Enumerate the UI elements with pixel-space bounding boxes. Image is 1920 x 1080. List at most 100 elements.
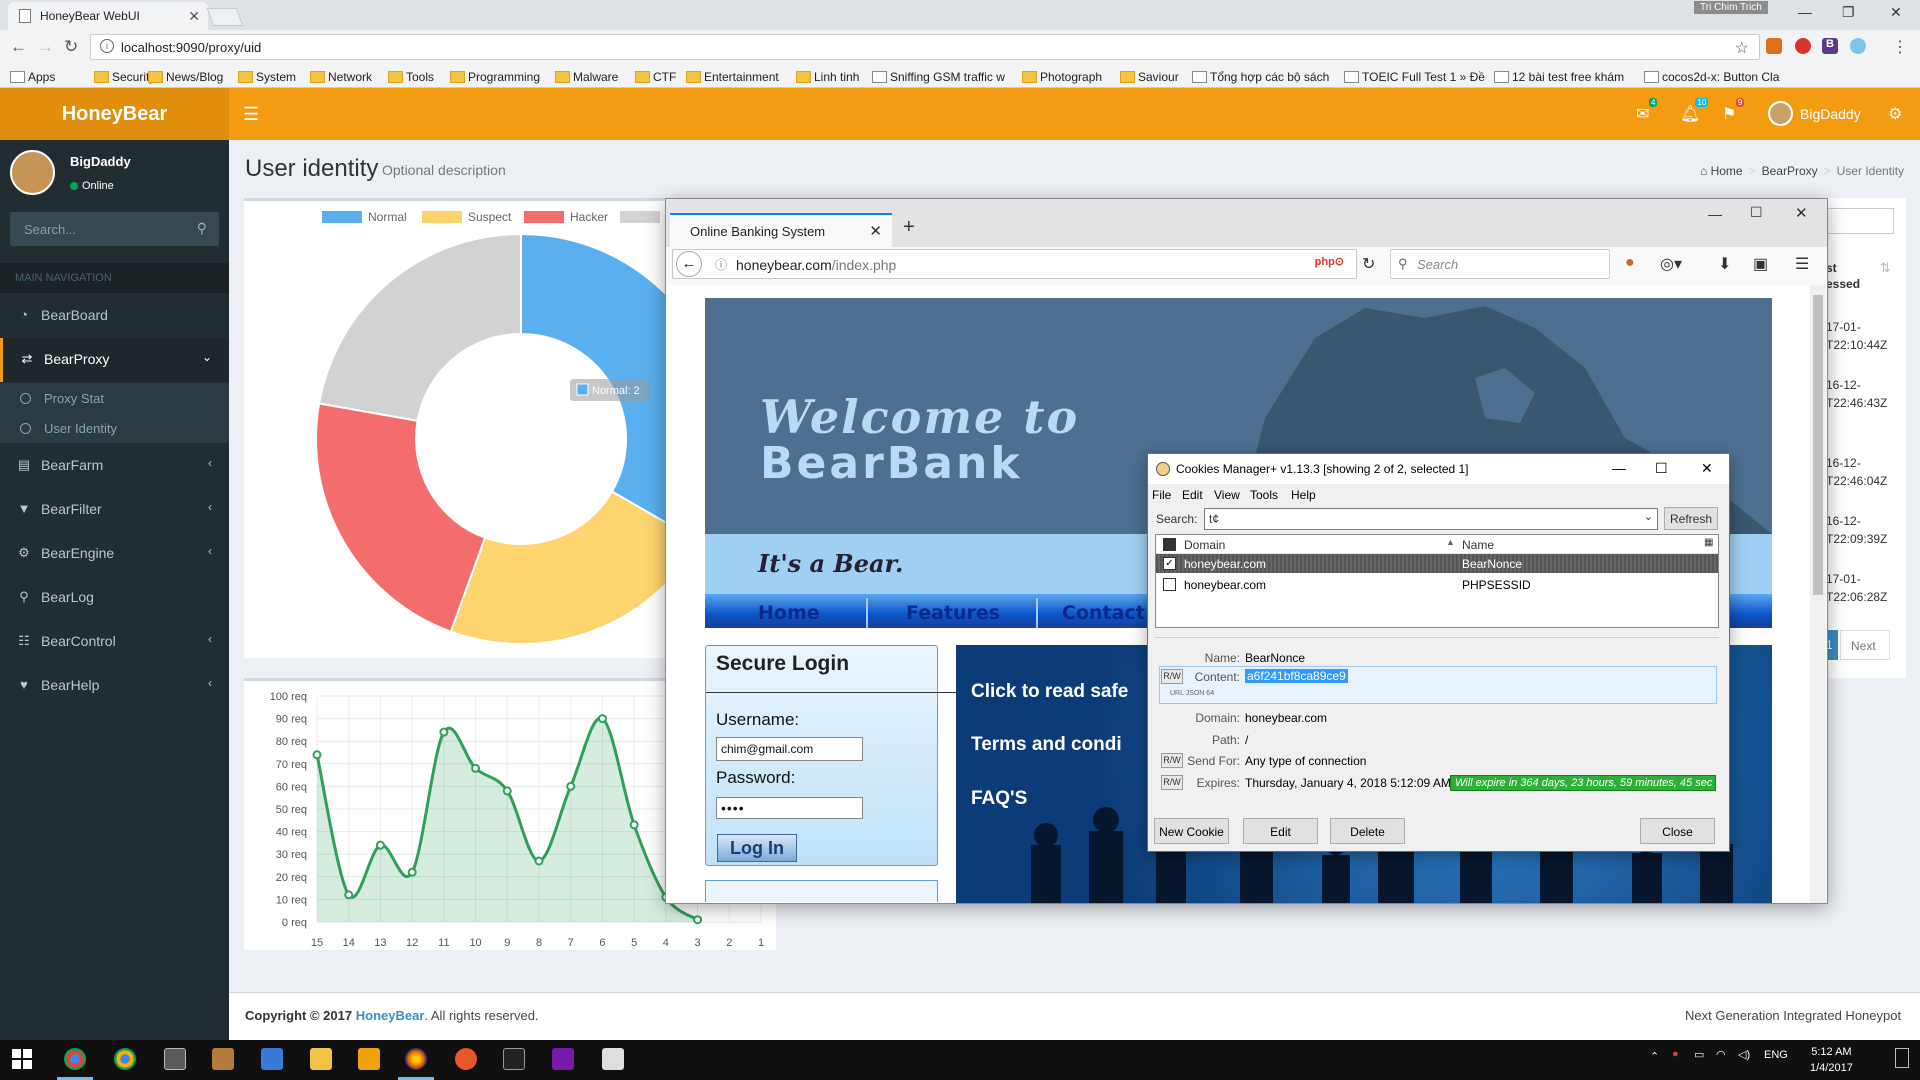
minimize-icon[interactable]: — — [1708, 206, 1722, 222]
download-icon[interactable]: ⬇ — [1718, 254, 1731, 274]
new-tab-icon[interactable]: + — [903, 216, 915, 239]
close-window-icon[interactable]: ✕ — [1890, 4, 1902, 21]
reload-icon[interactable]: ↻ — [1362, 254, 1375, 274]
antivirus-icon[interactable]: ● — [1672, 1048, 1679, 1060]
chevron-up-icon[interactable]: ⌃ — [1650, 1050, 1659, 1063]
faq-link[interactable]: FAQ'S — [971, 788, 1027, 810]
firefox-tab[interactable]: Online Banking System ✕ — [670, 213, 892, 247]
sidebar-toggle-icon[interactable]: ☰ — [243, 104, 259, 125]
maximize-icon[interactable]: ☐ — [1750, 204, 1763, 221]
sidebar-item-bearcontrol[interactable]: ☷ BearControl ‹ — [0, 620, 229, 664]
vertical-scrollbar[interactable] — [1810, 285, 1826, 903]
terminal-icon[interactable] — [164, 1048, 186, 1070]
bookmark-link[interactable]: Sniffing GSM traffic w — [872, 70, 1005, 84]
minimize-icon[interactable]: — — [1612, 460, 1626, 476]
bookmark-link[interactable]: cocos2d-x: Button Cla — [1644, 70, 1779, 84]
sidebar-item-bearproxy[interactable]: ⇄ BearProxy ⌄ — [0, 338, 229, 382]
bookmark-folder[interactable]: Linh tinh — [796, 70, 859, 84]
user-menu[interactable]: BigDaddy — [1768, 96, 1861, 132]
cookie-manager-icon[interactable]: ◎▾ — [1660, 254, 1682, 274]
close-tab-icon[interactable]: ✕ — [869, 222, 882, 240]
visual-studio-icon[interactable] — [261, 1048, 283, 1070]
menu-file[interactable]: File — [1152, 488, 1171, 502]
row-checkbox[interactable] — [1163, 578, 1176, 591]
new-cookie-button[interactable]: New Cookie — [1154, 818, 1229, 844]
delete-button[interactable]: Delete — [1330, 818, 1405, 844]
sort-icon[interactable]: ⇅ — [1880, 260, 1891, 276]
extension-icon[interactable] — [1766, 38, 1782, 54]
minimize-icon[interactable]: — — [1798, 4, 1812, 20]
extension-icon[interactable]: ● — [1625, 254, 1635, 272]
cookie-row[interactable]: ✓ honeybear.com BearNonce — [1156, 554, 1718, 573]
bookmark-folder[interactable]: News/Blog — [148, 70, 223, 84]
hamburger-menu-icon[interactable]: ☰ — [1795, 254, 1809, 274]
bank-nav-contact[interactable]: Contact — [1062, 602, 1145, 624]
bookmark-folder[interactable]: Entertainment — [686, 70, 779, 84]
language-indicator[interactable]: ENG — [1764, 1049, 1788, 1061]
firefox-icon[interactable] — [405, 1048, 427, 1070]
bookmark-link[interactable]: Tổng hợp các bộ sách — [1192, 70, 1329, 84]
chrome-icon[interactable] — [64, 1048, 86, 1070]
mail-icon[interactable]: ✉ 4 — [1636, 98, 1658, 124]
sidebar-item-bearlog[interactable]: ⚲ BearLog — [0, 576, 229, 620]
safety-link[interactable]: Click to read safe — [971, 681, 1128, 703]
sidebar-item-bearfilter[interactable]: ▼ BearFilter ‹ — [0, 488, 229, 532]
notifications-icon[interactable] — [1895, 1048, 1909, 1068]
volume-icon[interactable]: ◁) — [1738, 1048, 1750, 1061]
close-button[interactable]: Close — [1640, 818, 1715, 844]
windows-start-icon[interactable] — [12, 1049, 32, 1069]
login-button[interactable]: Log In — [717, 834, 797, 862]
firefox-search-field[interactable]: ⚲ Search — [1390, 249, 1610, 279]
wifi-icon[interactable]: ◠ — [1716, 1048, 1726, 1061]
next-page-button[interactable]: Next — [1840, 630, 1890, 660]
chrome-icon[interactable] — [114, 1048, 136, 1070]
sidebar-item-bearhelp[interactable]: ♥ BearHelp ‹ — [0, 664, 229, 708]
file-explorer-icon[interactable] — [310, 1048, 332, 1070]
address-bar[interactable]: i localhost:9090/proxy/uid ☆ — [90, 34, 1760, 60]
cookie-row[interactable]: honeybear.com PHPSESSID — [1156, 575, 1718, 594]
app-icon[interactable] — [358, 1048, 380, 1070]
refresh-button[interactable]: Refresh — [1664, 507, 1718, 530]
clock[interactable]: 5:12 AM 1/4/2017 — [1810, 1044, 1853, 1076]
bookmark-folder[interactable]: Saviour — [1120, 70, 1179, 84]
terms-link[interactable]: Terms and condi — [971, 734, 1122, 756]
cookie-search-input[interactable]: t¢ ⌄ — [1204, 508, 1658, 530]
screen-icon[interactable]: ▣ — [1753, 254, 1768, 274]
bank-nav-features[interactable]: Features — [906, 602, 1000, 624]
content-value[interactable]: a6f241bf8ca89ce9 — [1245, 669, 1348, 683]
bookmark-folder[interactable]: Photograph — [1022, 70, 1102, 84]
close-tab-icon[interactable]: ✕ — [188, 8, 200, 25]
close-window-icon[interactable]: ✕ — [1701, 460, 1713, 477]
menu-help[interactable]: Help — [1291, 488, 1316, 502]
sidebar-item-bearboard[interactable]: ◔ BearBoard — [0, 294, 229, 338]
chevron-down-icon[interactable]: ⌄ — [1644, 510, 1653, 523]
reload-icon[interactable]: ↻ — [64, 37, 78, 57]
sidebar-subitem-proxy-stat[interactable]: Proxy Stat — [0, 383, 229, 413]
flag-icon[interactable]: ⚑ 9 — [1722, 98, 1745, 124]
bookmark-folder[interactable]: Malware — [555, 70, 618, 84]
info-icon[interactable]: ⓘ — [715, 256, 727, 273]
scrollbar-thumb[interactable] — [1813, 295, 1823, 595]
forward-arrow-icon[interactable]: → — [37, 37, 54, 57]
password-input[interactable]: •••• — [716, 797, 863, 819]
menu-dots-icon[interactable]: ⋮ — [1892, 37, 1908, 57]
bookmark-link[interactable]: 12 bài test free khám — [1494, 70, 1624, 84]
burp-icon[interactable] — [455, 1048, 477, 1070]
content-field[interactable] — [1159, 666, 1717, 704]
menu-edit[interactable]: Edit — [1182, 488, 1203, 502]
column-picker-icon[interactable]: ▦ — [1704, 537, 1713, 548]
footer-brand-link[interactable]: HoneyBear — [356, 1008, 425, 1023]
bookmark-folder[interactable]: Programming — [450, 70, 540, 84]
cmd-icon[interactable] — [503, 1048, 525, 1070]
menu-tools[interactable]: Tools — [1250, 488, 1278, 502]
username-input[interactable]: chim@gmail.com — [716, 737, 863, 761]
row-checkbox[interactable]: ✓ — [1163, 557, 1176, 570]
edit-button[interactable]: Edit — [1243, 818, 1318, 844]
app-icon[interactable] — [212, 1048, 234, 1070]
menu-view[interactable]: View — [1214, 488, 1240, 502]
encoding-buttons[interactable]: URL JSON 64 — [1170, 690, 1214, 697]
search-icon[interactable]: ⚲ — [197, 220, 207, 237]
maximize-icon[interactable]: ☐ — [1655, 460, 1668, 477]
firefox-address-bar[interactable]: honeybear.com/index.php ⓘ php⊙ — [672, 249, 1357, 279]
onenote-icon[interactable] — [552, 1048, 574, 1070]
